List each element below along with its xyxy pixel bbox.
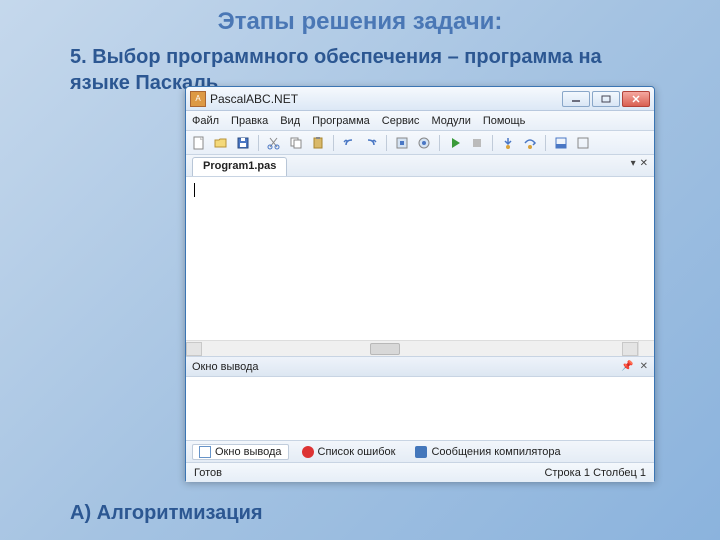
menu-service[interactable]: Сервис <box>382 115 420 127</box>
new-file-button[interactable] <box>190 134 208 152</box>
output-panel[interactable] <box>186 377 654 441</box>
run-button[interactable] <box>446 134 464 152</box>
status-ready: Готов <box>194 467 222 479</box>
status-cursor-position: Строка 1 Столбец 1 <box>544 467 646 479</box>
maximize-button[interactable] <box>592 91 620 107</box>
titlebar[interactable]: A PascalABC.NET <box>186 87 654 111</box>
error-icon <box>302 446 314 458</box>
bottom-tabstrip: Окно вывода Список ошибок Сообщения комп… <box>186 441 654 463</box>
toolbar-separator <box>492 135 493 151</box>
step-into-icon <box>501 136 515 150</box>
tab-errors-label: Список ошибок <box>318 446 396 458</box>
toolbar-separator <box>439 135 440 151</box>
paste-button[interactable] <box>309 134 327 152</box>
exe-icon <box>417 136 431 150</box>
text-cursor <box>194 183 195 197</box>
toolbar-separator <box>545 135 546 151</box>
tab-compiler[interactable]: Сообщения компилятора <box>408 444 567 460</box>
output-panel-title: Окно вывода <box>192 361 259 373</box>
window-title: PascalABC.NET <box>210 92 560 106</box>
build-button[interactable] <box>393 134 411 152</box>
output-close-button[interactable]: ✕ <box>640 361 648 372</box>
menu-program[interactable]: Программа <box>312 115 370 127</box>
menu-view[interactable]: Вид <box>280 115 300 127</box>
app-icon: A <box>190 91 206 107</box>
statusbar: Готов Строка 1 Столбец 1 <box>186 463 654 482</box>
tab-compiler-label: Сообщения компилятора <box>431 446 560 458</box>
menubar: Файл Правка Вид Программа Сервис Модули … <box>186 111 654 131</box>
cut-button[interactable] <box>265 134 283 152</box>
stop-button[interactable] <box>468 134 486 152</box>
output-panel-header: Окно вывода 📌 ✕ <box>186 357 654 377</box>
step-into-button[interactable] <box>499 134 517 152</box>
close-icon <box>631 95 641 103</box>
menu-file[interactable]: Файл <box>192 115 219 127</box>
tab-errors[interactable]: Список ошибок <box>295 444 403 460</box>
code-editor[interactable] <box>186 177 654 357</box>
slide-title: Этапы решения задачи: <box>0 0 720 36</box>
tab-output[interactable]: Окно вывода <box>192 444 289 460</box>
redo-icon <box>364 136 378 150</box>
redo-button[interactable] <box>362 134 380 152</box>
slide-step-a: А) Алгоритмизация <box>70 502 263 525</box>
menu-modules[interactable]: Модули <box>431 115 470 127</box>
new-file-icon <box>192 136 206 150</box>
fullscreen-button[interactable] <box>574 134 592 152</box>
scroll-right-icon[interactable] <box>622 342 638 356</box>
paste-icon <box>311 136 325 150</box>
open-button[interactable] <box>212 134 230 152</box>
maximize-icon <box>601 95 611 103</box>
tab-close-button[interactable]: ✕ <box>640 158 648 169</box>
document-tabstrip: Program1.pas ▾ ✕ <box>186 155 654 177</box>
copy-button[interactable] <box>287 134 305 152</box>
panel-button[interactable] <box>552 134 570 152</box>
panel-icon <box>554 136 568 150</box>
save-button[interactable] <box>234 134 252 152</box>
fullscreen-icon <box>576 136 590 150</box>
run-icon <box>448 136 462 150</box>
exe-button[interactable] <box>415 134 433 152</box>
minimize-button[interactable] <box>562 91 590 107</box>
horizontal-scrollbar[interactable] <box>186 340 638 356</box>
document-tab[interactable]: Program1.pas <box>192 157 287 176</box>
tab-output-label: Окно вывода <box>215 446 282 458</box>
save-icon <box>236 136 250 150</box>
undo-icon <box>342 136 356 150</box>
compiler-icon <box>415 446 427 458</box>
step-over-button[interactable] <box>521 134 539 152</box>
build-icon <box>395 136 409 150</box>
step-over-icon <box>523 136 537 150</box>
toolbar-separator <box>386 135 387 151</box>
minimize-icon <box>571 95 581 103</box>
undo-button[interactable] <box>340 134 358 152</box>
scroll-thumb[interactable] <box>370 343 400 355</box>
open-icon <box>214 136 228 150</box>
scroll-left-icon[interactable] <box>186 342 202 356</box>
menu-edit[interactable]: Правка <box>231 115 268 127</box>
pin-button[interactable]: 📌 <box>621 361 633 372</box>
toolbar-separator <box>258 135 259 151</box>
scroll-corner <box>638 340 654 356</box>
tab-dropdown-button[interactable]: ▾ <box>631 158 636 169</box>
toolbar-separator <box>333 135 334 151</box>
pascalabc-window: A PascalABC.NET Файл Правка Вид Программ… <box>185 86 655 481</box>
close-button[interactable] <box>622 91 650 107</box>
menu-help[interactable]: Помощь <box>483 115 526 127</box>
output-icon <box>199 446 211 458</box>
cut-icon <box>267 136 281 150</box>
toolbar <box>186 131 654 155</box>
copy-icon <box>289 136 303 150</box>
stop-icon <box>470 136 484 150</box>
